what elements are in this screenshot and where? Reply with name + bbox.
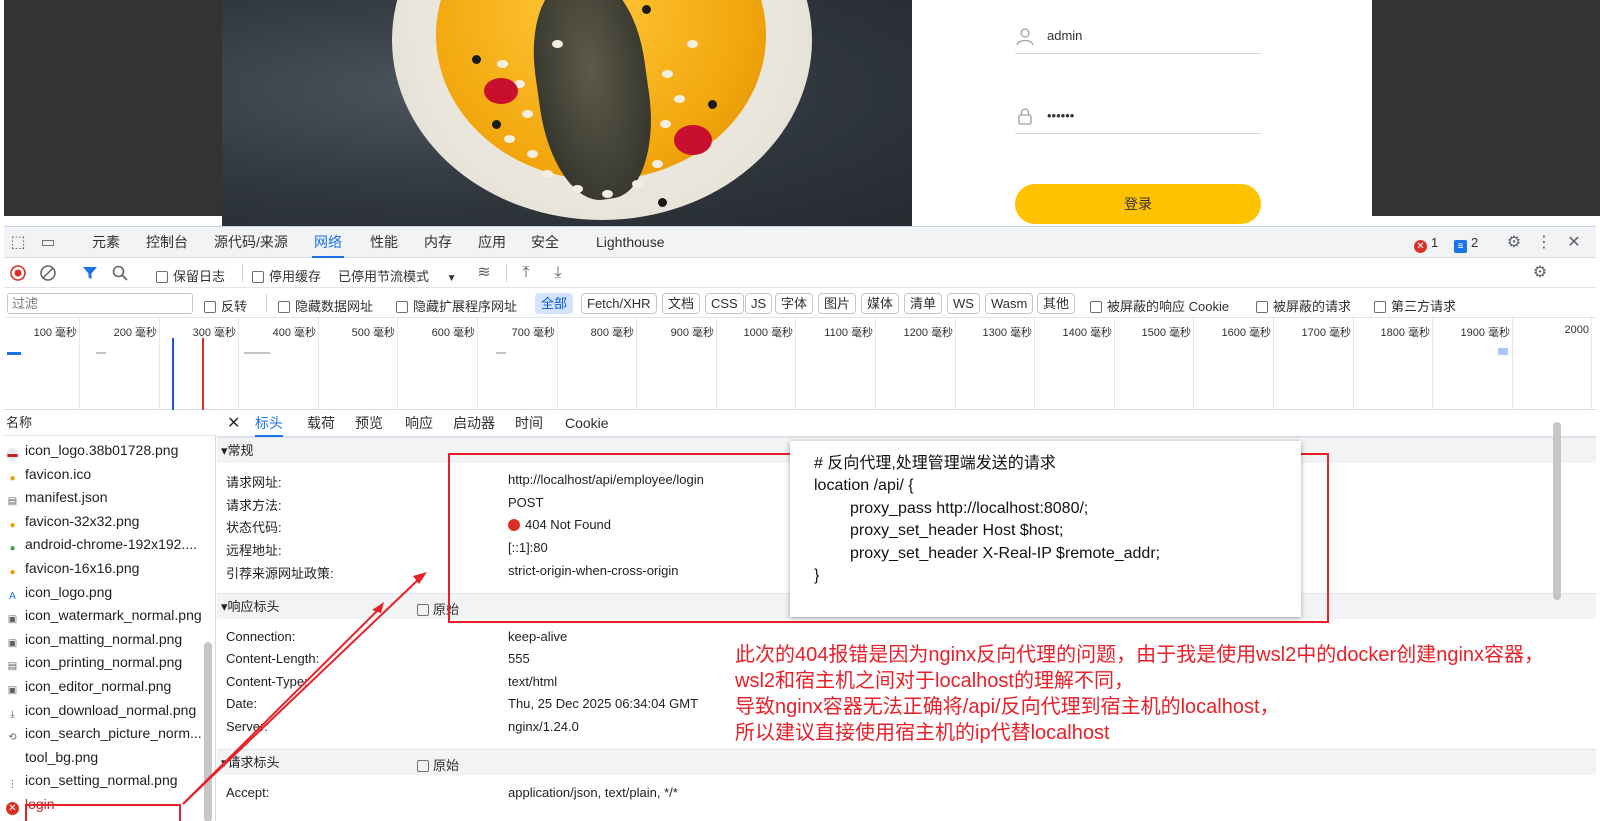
note-line: 此次的404报错是因为nginx反向代理的问题，由于我是使用wsl2中的dock… [735, 644, 1545, 666]
note-line: 导致nginx容器无法正确将/api/反向代理到宿主机的localhost， [735, 696, 1280, 718]
note-line: wsl2和宿主机之间对于localhost的理解不同， [735, 670, 1134, 692]
arrow-to-general [182, 577, 421, 805]
annotation-explanation: 此次的404报错是因为nginx反向代理的问题，由于我是使用wsl2中的dock… [735, 642, 1595, 746]
arrow-to-response [182, 607, 381, 805]
arrow-head [372, 602, 384, 613]
note-line: 所以建议直接使用宿主机的ip代替localhost [735, 722, 1110, 744]
